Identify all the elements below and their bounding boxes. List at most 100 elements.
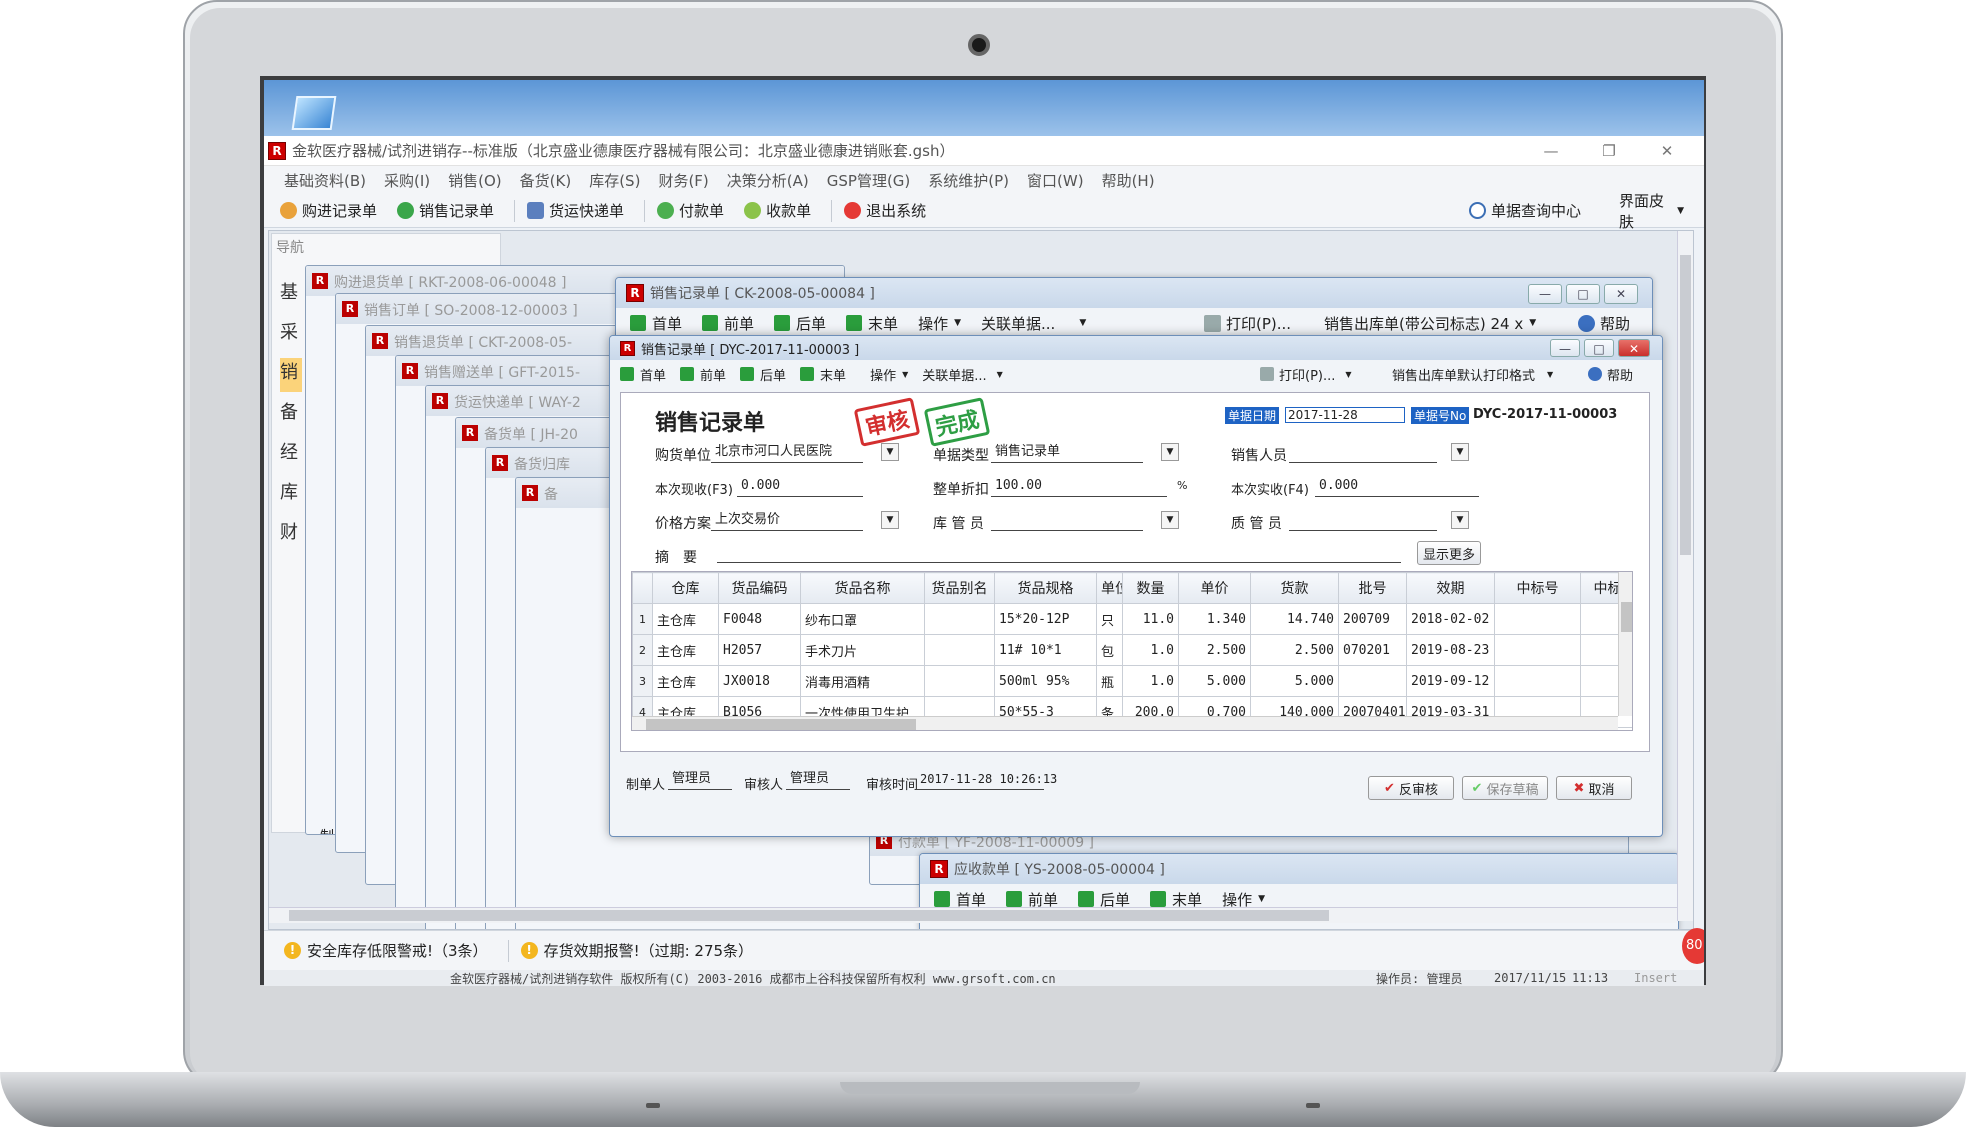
- table-cell[interactable]: 5.000: [1178, 665, 1251, 697]
- payment-button[interactable]: 付款单: [657, 200, 724, 221]
- table-cell[interactable]: 2019-08-23: [1406, 634, 1495, 666]
- menu-basic[interactable]: 基础资料(B): [284, 170, 366, 191]
- mdi-horizontal-scrollbar[interactable]: [269, 907, 1677, 923]
- column-header[interactable]: 中标号: [1494, 572, 1581, 604]
- table-cell[interactable]: [924, 634, 995, 666]
- table-cell[interactable]: [1494, 665, 1581, 697]
- help-button[interactable]: 帮助: [1588, 365, 1633, 384]
- minimize-button[interactable]: —: [1528, 284, 1562, 304]
- minimize-button[interactable]: —: [1550, 339, 1580, 357]
- close-button[interactable]: ✕: [1618, 339, 1650, 357]
- table-cell[interactable]: 2018-02-02: [1406, 603, 1495, 635]
- sales-record-window[interactable]: R 销售记录单 [ DYC-2017-11-00003 ] — □ ✕ 首单 前单…: [609, 335, 1663, 837]
- table-cell[interactable]: 2.500: [1250, 634, 1339, 666]
- table-cell[interactable]: 11# 10*1: [994, 634, 1097, 666]
- nav-item[interactable]: 库: [280, 478, 302, 512]
- table-cell[interactable]: 手术刀片: [800, 634, 925, 666]
- notification-badge[interactable]: 80: [1682, 928, 1704, 964]
- table-cell[interactable]: 瓶: [1096, 665, 1123, 697]
- nav-item[interactable]: 备: [280, 398, 302, 432]
- table-cell[interactable]: [1494, 603, 1581, 635]
- related-docs-menu[interactable]: 关联单据... ▼: [922, 365, 1003, 384]
- buyer-field[interactable]: 北京市河口人民医院: [711, 443, 863, 463]
- menu-sales[interactable]: 销售(O): [448, 170, 502, 191]
- chevron-down-icon[interactable]: ▼: [881, 511, 899, 529]
- table-cell[interactable]: 14.740: [1250, 603, 1339, 635]
- table-cell[interactable]: [1338, 665, 1407, 697]
- horizontal-scrollbar[interactable]: [632, 716, 1618, 730]
- table-cell[interactable]: F0048: [718, 603, 801, 635]
- menu-stock-prep[interactable]: 备货(K): [520, 170, 572, 191]
- table-row[interactable]: 3 主仓库 JX0018 消毒用酒精 500ml 95% 瓶 1.0 5.000 5.000 20…: [632, 665, 1632, 697]
- next-button[interactable]: 后单: [774, 313, 826, 334]
- table-cell[interactable]: 5.000: [1250, 665, 1339, 697]
- nav-item[interactable]: 经: [280, 438, 302, 472]
- unaudit-button[interactable]: ✔ 反审核: [1368, 776, 1454, 800]
- menu-analysis[interactable]: 决策分析(A): [727, 170, 809, 191]
- chevron-down-icon[interactable]: ▼: [1161, 511, 1179, 529]
- memo-field[interactable]: [717, 543, 1401, 563]
- column-header[interactable]: 单价: [1178, 572, 1251, 604]
- table-cell[interactable]: 3: [632, 665, 653, 697]
- table-cell[interactable]: 1.340: [1178, 603, 1251, 635]
- operation-menu[interactable]: 操作 ▼: [918, 313, 961, 334]
- chevron-down-icon[interactable]: ▼: [881, 443, 899, 461]
- vertical-scrollbar[interactable]: [1618, 572, 1632, 716]
- low-stock-alert[interactable]: ! 安全库存低限警戒!（3条）: [284, 940, 488, 961]
- cancel-button[interactable]: ✖ 取消: [1556, 776, 1632, 800]
- skin-dropdown[interactable]: 界面皮肤 ▼: [1619, 190, 1684, 232]
- computer-icon[interactable]: [291, 96, 337, 130]
- column-header[interactable]: 效期: [1406, 572, 1495, 604]
- type-field[interactable]: 销售记录单: [991, 443, 1143, 463]
- close-button[interactable]: ✕: [1604, 284, 1638, 304]
- table-row[interactable]: 2 主仓库 H2057 手术刀片 11# 10*1 包 1.0 2.500 2.500 07020…: [632, 634, 1632, 666]
- received-field[interactable]: 0.000: [737, 477, 863, 497]
- column-header[interactable]: 货品规格: [994, 572, 1097, 604]
- menu-inventory[interactable]: 库存(S): [589, 170, 640, 191]
- column-header[interactable]: 单位: [1096, 572, 1123, 604]
- column-header[interactable]: 货品编码: [718, 572, 801, 604]
- table-cell[interactable]: 1.0: [1122, 665, 1179, 697]
- prev-button[interactable]: 前单: [702, 313, 754, 334]
- chevron-down-icon[interactable]: ▼: [1161, 443, 1179, 461]
- nav-item[interactable]: 财: [280, 518, 302, 552]
- next-button[interactable]: 后单: [740, 365, 786, 384]
- table-cell[interactable]: 1: [632, 603, 653, 635]
- nav-item[interactable]: 销: [280, 358, 302, 392]
- table-cell[interactable]: 主仓库: [652, 634, 719, 666]
- column-header[interactable]: 批号: [1338, 572, 1407, 604]
- save-draft-button[interactable]: ✔ 保存草稿: [1462, 776, 1548, 800]
- table-cell[interactable]: [1494, 634, 1581, 666]
- date-field[interactable]: 2017-11-28: [1285, 407, 1405, 423]
- table-cell[interactable]: 纱布口罩: [800, 603, 925, 635]
- chevron-down-icon[interactable]: ▼: [1451, 443, 1469, 461]
- salesperson-field[interactable]: [1289, 443, 1437, 463]
- column-header[interactable]: 仓库: [652, 572, 719, 604]
- column-header[interactable]: 货款: [1250, 572, 1339, 604]
- qa-field[interactable]: [1289, 511, 1437, 531]
- discount-field[interactable]: 100.00: [991, 477, 1167, 497]
- exit-button[interactable]: 退出系统: [844, 200, 926, 221]
- related-docs-menu[interactable]: 关联单据... ▼: [981, 313, 1086, 334]
- shipping-button[interactable]: 货运快递单: [527, 200, 624, 221]
- table-cell[interactable]: 2019-09-12: [1406, 665, 1495, 697]
- keeper-field[interactable]: [991, 511, 1143, 531]
- mdi-vertical-scrollbar[interactable]: [1677, 231, 1693, 921]
- table-cell[interactable]: 15*20-12P: [994, 603, 1097, 635]
- purchase-record-button[interactable]: 购进记录单: [280, 200, 377, 221]
- price-plan-field[interactable]: 上次交易价: [711, 511, 863, 531]
- menu-window[interactable]: 窗口(W): [1027, 170, 1084, 191]
- last-button[interactable]: 末单: [800, 365, 846, 384]
- table-cell[interactable]: H2057: [718, 634, 801, 666]
- print-menu[interactable]: 打印(P)...: [1204, 313, 1291, 334]
- maximize-button[interactable]: □: [1584, 339, 1614, 357]
- actual-field[interactable]: 0.000: [1315, 477, 1479, 497]
- table-cell[interactable]: 200709: [1338, 603, 1407, 635]
- close-button[interactable]: ✕: [1638, 136, 1696, 166]
- chevron-down-icon[interactable]: ▼: [1451, 511, 1469, 529]
- last-button[interactable]: 末单: [846, 313, 898, 334]
- operation-menu[interactable]: 操作 ▼: [870, 365, 908, 384]
- table-cell[interactable]: 主仓库: [652, 665, 719, 697]
- column-header[interactable]: 数量: [1122, 572, 1179, 604]
- nav-item[interactable]: 采: [280, 318, 302, 352]
